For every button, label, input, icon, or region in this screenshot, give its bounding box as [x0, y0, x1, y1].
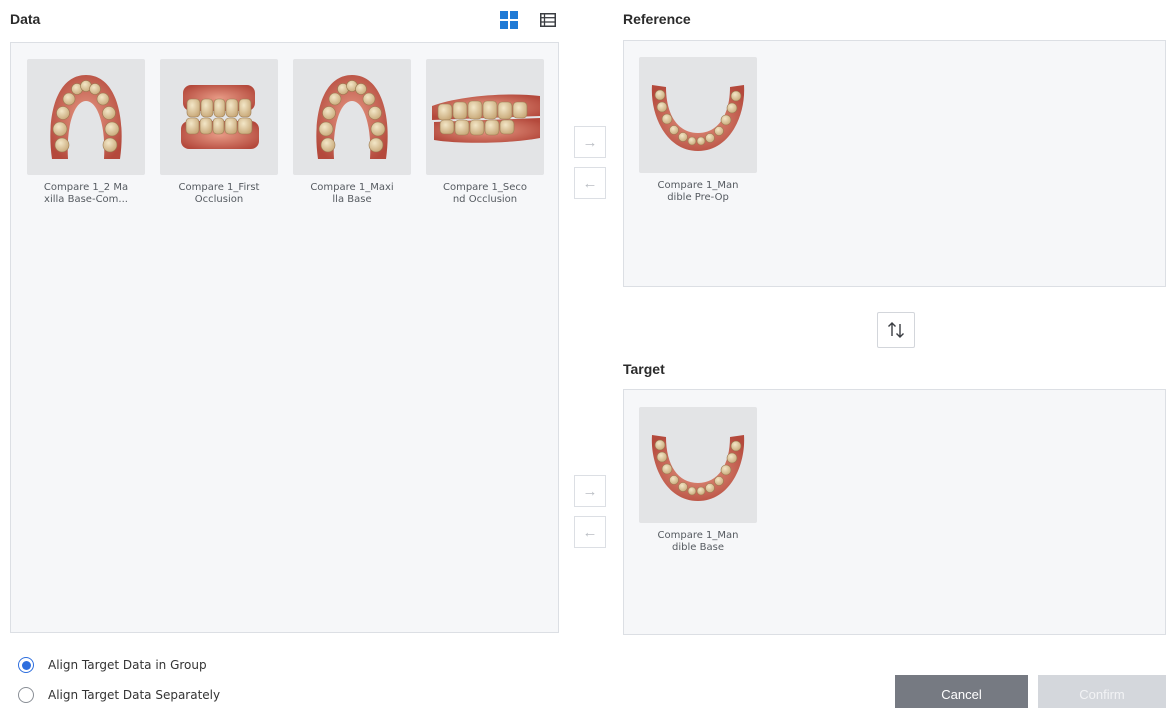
- reference-panel-title: Reference: [623, 11, 691, 27]
- model-thumbnail: [639, 407, 757, 523]
- model-thumbnail: [293, 59, 411, 175]
- data-item-label: Compare 1_First Occlusion: [178, 182, 260, 205]
- remove-from-reference-button[interactable]: ←: [574, 167, 606, 199]
- align-in-group-option[interactable]: Align Target Data in Group: [18, 657, 207, 673]
- arrow-left-icon: ←: [582, 523, 598, 541]
- swap-vertical-icon: [888, 322, 904, 338]
- data-panel[interactable]: Compare 1_2 Ma xilla Base-Com... Compare…: [10, 42, 559, 633]
- model-thumbnail: [639, 57, 757, 173]
- target-panel[interactable]: Compare 1_Man dible Base: [623, 389, 1166, 635]
- reference-panel[interactable]: Compare 1_Man dible Pre-Op: [623, 40, 1166, 287]
- swap-button[interactable]: [877, 312, 915, 348]
- data-item[interactable]: Compare 1_2 Ma xilla Base-Com...: [27, 59, 145, 206]
- align-separately-option[interactable]: Align Target Data Separately: [18, 687, 220, 703]
- data-panel-title: Data: [10, 11, 41, 27]
- data-item-label: Compare 1_Seco nd Occlusion: [442, 182, 528, 205]
- remove-from-target-button[interactable]: ←: [574, 516, 606, 548]
- model-thumbnail: [27, 59, 145, 175]
- confirm-button[interactable]: Confirm: [1038, 675, 1166, 708]
- data-item-label: Compare 1_2 Ma xilla Base-Com...: [43, 182, 129, 205]
- model-thumbnail: [160, 59, 278, 175]
- align-separately-label: Align Target Data Separately: [48, 688, 221, 702]
- target-item-label: Compare 1_Man dible Base: [657, 530, 739, 553]
- data-item[interactable]: Compare 1_First Occlusion: [160, 59, 278, 206]
- radio-checked-icon[interactable]: [18, 657, 34, 673]
- move-to-reference-button[interactable]: →: [574, 126, 606, 158]
- radio-unchecked-icon[interactable]: [18, 687, 34, 703]
- target-item[interactable]: Compare 1_Man dible Base: [639, 407, 757, 554]
- data-item[interactable]: Compare 1_Seco nd Occlusion: [426, 59, 544, 206]
- arrow-right-icon: →: [582, 482, 598, 500]
- list-view-icon[interactable]: [538, 11, 558, 29]
- reference-item[interactable]: Compare 1_Man dible Pre-Op: [639, 57, 757, 204]
- arrow-left-icon: ←: [582, 174, 598, 192]
- arrow-right-icon: →: [582, 133, 598, 151]
- reference-item-label: Compare 1_Man dible Pre-Op: [657, 180, 739, 203]
- target-panel-title: Target: [623, 361, 665, 377]
- data-item[interactable]: Compare 1_Maxi lla Base: [293, 59, 411, 206]
- move-to-target-button[interactable]: →: [574, 475, 606, 507]
- align-in-group-label: Align Target Data in Group: [48, 658, 207, 672]
- cancel-button[interactable]: Cancel: [895, 675, 1028, 708]
- grid-view-icon[interactable]: [499, 11, 519, 29]
- model-thumbnail: [426, 59, 544, 175]
- data-item-label: Compare 1_Maxi lla Base: [310, 182, 394, 205]
